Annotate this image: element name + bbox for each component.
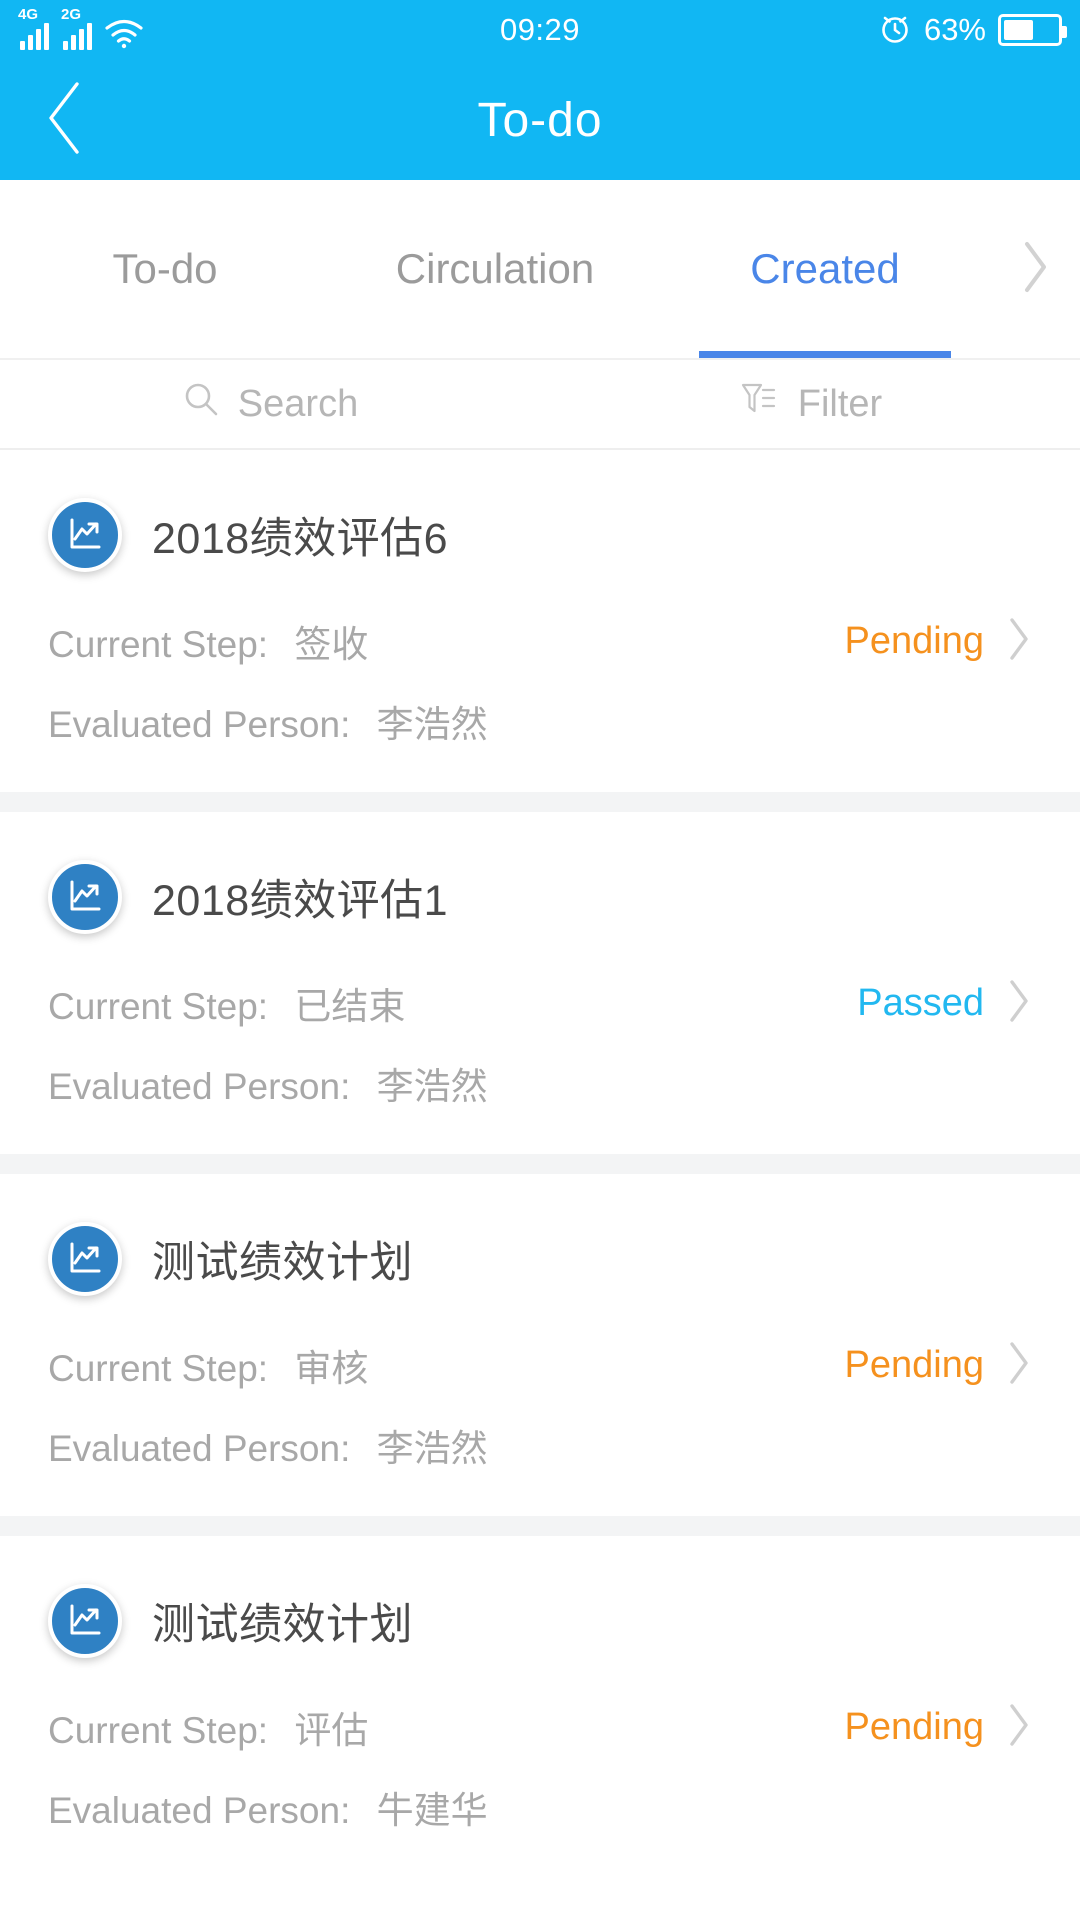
tab-created[interactable]: Created — [660, 180, 990, 358]
task-evaluated-person-row: Evaluated Person: 李浩然 — [48, 694, 1032, 748]
task-header: 2018绩效评估1 — [48, 860, 1032, 934]
chevron-right-icon — [1006, 616, 1032, 667]
task-status-group[interactable]: Passed — [857, 978, 1032, 1029]
alarm-clock-icon — [878, 11, 912, 50]
evaluated-person-label: Evaluated Person: — [48, 1790, 351, 1831]
chart-trend-icon — [48, 860, 122, 934]
task-status-group[interactable]: Pending — [845, 1702, 1032, 1753]
task-header: 测试绩效计划 — [48, 1584, 1032, 1658]
task-current-step-row: Current Step: 审核 Pending — [48, 1338, 1032, 1392]
chevron-right-icon — [1006, 978, 1032, 1029]
chart-trend-icon — [48, 1584, 122, 1658]
current-step-label: Current Step: — [48, 1348, 269, 1389]
filter-label: Filter — [797, 382, 883, 425]
task-list-item[interactable]: 2018绩效评估1 Current Step: 已结束 Passed Evalu… — [0, 792, 1080, 1154]
tab-created-label: Created — [750, 245, 900, 292]
evaluated-person-label: Evaluated Person: — [48, 704, 351, 745]
task-status-group[interactable]: Pending — [845, 616, 1032, 667]
task-evaluated-person-row: Evaluated Person: 李浩然 — [48, 1056, 1032, 1110]
task-current-step-row: Current Step: 签收 Pending — [48, 614, 1032, 668]
task-current-step-row: Current Step: 已结束 Passed — [48, 976, 1032, 1030]
task-list-item[interactable]: 2018绩效评估6 Current Step: 签收 Pending Evalu… — [0, 450, 1080, 792]
tab-circulation-label: Circulation — [395, 245, 595, 292]
task-current-step: Current Step: 签收 — [48, 614, 368, 668]
search-placeholder: Search — [237, 382, 359, 425]
battery-icon — [998, 14, 1067, 46]
task-evaluated-person: Evaluated Person: 李浩然 — [48, 1418, 488, 1472]
current-step-value: 签收 — [294, 624, 369, 665]
evaluated-person-value: 牛建华 — [376, 1790, 488, 1831]
filter-button[interactable]: Filter — [540, 378, 1080, 430]
task-title: 测试绩效计划 — [152, 1239, 413, 1287]
task-title: 2018绩效评估1 — [152, 877, 449, 925]
status-badge: Pending — [844, 1705, 984, 1748]
task-current-step: Current Step: 已结束 — [48, 976, 405, 1030]
status-bar-right: 63% — [878, 11, 1067, 50]
tab-todo-label: To-do — [112, 245, 218, 292]
tabs-more-button[interactable] — [990, 180, 1080, 358]
chart-trend-icon — [48, 498, 122, 572]
filter-icon — [738, 378, 780, 430]
status-badge: Pending — [844, 1343, 984, 1386]
task-current-step: Current Step: 评估 — [48, 1700, 368, 1754]
evaluated-person-value: 李浩然 — [376, 1066, 488, 1107]
task-evaluated-person: Evaluated Person: 牛建华 — [48, 1780, 488, 1834]
task-list-item[interactable]: 测试绩效计划 Current Step: 评估 Pending Evaluate… — [0, 1516, 1080, 1878]
task-evaluated-person: Evaluated Person: 李浩然 — [48, 1056, 488, 1110]
search-input[interactable]: Search — [0, 380, 540, 428]
evaluated-person-label: Evaluated Person: — [48, 1066, 351, 1107]
current-step-value: 评估 — [294, 1710, 369, 1751]
status-badge: Passed — [857, 981, 984, 1024]
evaluated-person-label: Evaluated Person: — [48, 1428, 351, 1469]
tab-bar: To-do Circulation Created — [0, 180, 1080, 360]
task-evaluated-person-row: Evaluated Person: 牛建华 — [48, 1780, 1032, 1834]
current-step-value: 已结束 — [294, 986, 406, 1027]
task-status-group[interactable]: Pending — [845, 1340, 1032, 1391]
chart-trend-icon — [48, 1222, 122, 1296]
chevron-right-icon — [1006, 1340, 1032, 1391]
evaluated-person-value: 李浩然 — [376, 704, 488, 745]
task-title: 2018绩效评估6 — [152, 515, 449, 563]
search-icon — [182, 380, 220, 428]
app-header: To-do — [0, 60, 1080, 180]
task-title: 测试绩效计划 — [152, 1601, 413, 1649]
tab-todo[interactable]: To-do — [0, 180, 330, 358]
task-header: 测试绩效计划 — [48, 1222, 1032, 1296]
task-evaluated-person-row: Evaluated Person: 李浩然 — [48, 1418, 1032, 1472]
status-badge: Pending — [844, 619, 984, 662]
task-current-step-row: Current Step: 评估 Pending — [48, 1700, 1032, 1754]
chevron-right-icon — [1006, 1702, 1032, 1753]
task-header: 2018绩效评估6 — [48, 498, 1032, 572]
page-title: To-do — [477, 93, 603, 147]
task-current-step: Current Step: 审核 — [48, 1338, 368, 1392]
task-evaluated-person: Evaluated Person: 李浩然 — [48, 694, 488, 748]
task-list: 2018绩效评估6 Current Step: 签收 Pending Evalu… — [0, 450, 1080, 1878]
current-step-label: Current Step: — [48, 624, 269, 665]
evaluated-person-value: 李浩然 — [376, 1428, 488, 1469]
tab-circulation[interactable]: Circulation — [330, 180, 660, 358]
status-bar: 4G 2G 09:29 63% — [0, 0, 1080, 60]
tab-active-indicator — [699, 351, 951, 358]
battery-percent-label: 63% — [923, 12, 986, 47]
search-filter-bar: Search Filter — [0, 360, 1080, 450]
current-step-label: Current Step: — [48, 986, 269, 1027]
chevron-right-icon — [1019, 239, 1051, 300]
current-step-value: 审核 — [294, 1348, 369, 1389]
task-list-item[interactable]: 测试绩效计划 Current Step: 审核 Pending Evaluate… — [0, 1154, 1080, 1516]
current-step-label: Current Step: — [48, 1710, 269, 1751]
